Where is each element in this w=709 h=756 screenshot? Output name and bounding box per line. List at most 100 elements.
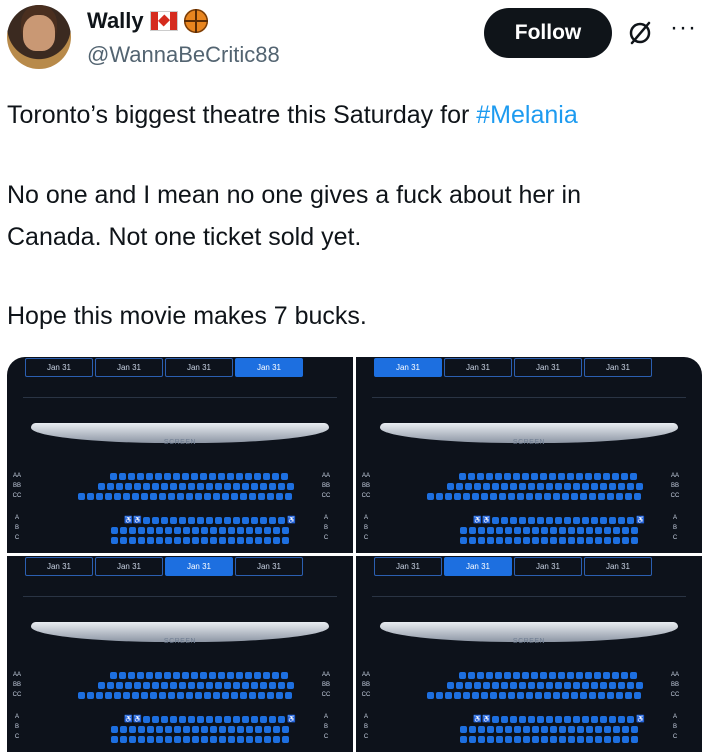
seat[interactable] bbox=[165, 736, 172, 743]
seat[interactable] bbox=[191, 473, 198, 480]
seat[interactable] bbox=[586, 537, 593, 544]
seat[interactable] bbox=[550, 527, 557, 534]
seat[interactable] bbox=[173, 473, 180, 480]
seat[interactable] bbox=[604, 527, 611, 534]
seat[interactable] bbox=[174, 527, 181, 534]
seat[interactable] bbox=[264, 736, 271, 743]
seat[interactable] bbox=[483, 483, 490, 490]
seat[interactable] bbox=[201, 736, 208, 743]
seat[interactable] bbox=[96, 493, 103, 500]
seat[interactable] bbox=[537, 682, 544, 689]
seat[interactable] bbox=[618, 716, 625, 723]
seat[interactable] bbox=[183, 527, 190, 534]
seat[interactable] bbox=[564, 682, 571, 689]
seat[interactable] bbox=[170, 716, 177, 723]
seat[interactable] bbox=[582, 682, 589, 689]
seat[interactable] bbox=[276, 493, 283, 500]
seat[interactable] bbox=[558, 473, 565, 480]
seat[interactable] bbox=[219, 537, 226, 544]
seat[interactable] bbox=[78, 692, 85, 699]
seat[interactable] bbox=[546, 682, 553, 689]
seat[interactable] bbox=[589, 493, 596, 500]
seat[interactable] bbox=[236, 672, 243, 679]
seat[interactable] bbox=[245, 672, 252, 679]
media-grid[interactable]: Jan 31 Jan 31 Jan 31 Jan 31 SCREEN AA AA BB BB CC… bbox=[7, 357, 702, 756]
seat[interactable] bbox=[582, 517, 589, 524]
seat[interactable] bbox=[550, 537, 557, 544]
seat[interactable] bbox=[492, 483, 499, 490]
grok-icon[interactable] bbox=[627, 20, 653, 46]
seat[interactable] bbox=[549, 672, 556, 679]
seat[interactable] bbox=[111, 726, 118, 733]
seat[interactable] bbox=[242, 716, 249, 723]
seat[interactable] bbox=[526, 493, 533, 500]
seat[interactable] bbox=[532, 736, 539, 743]
seat[interactable] bbox=[541, 726, 548, 733]
seat[interactable] bbox=[519, 716, 526, 723]
seat[interactable] bbox=[510, 682, 517, 689]
seat[interactable] bbox=[544, 493, 551, 500]
seat[interactable] bbox=[571, 692, 578, 699]
seat[interactable] bbox=[210, 537, 217, 544]
seat[interactable] bbox=[177, 692, 184, 699]
seat[interactable] bbox=[111, 736, 118, 743]
seat[interactable] bbox=[164, 473, 171, 480]
accessible-seat-icon[interactable]: ♿ bbox=[133, 715, 142, 723]
seat[interactable] bbox=[132, 692, 139, 699]
seat[interactable] bbox=[228, 736, 235, 743]
accessible-seat-icon[interactable]: ♿ bbox=[636, 715, 645, 723]
date-tab[interactable]: Jan 31 bbox=[444, 557, 512, 576]
seat[interactable] bbox=[522, 672, 529, 679]
seat[interactable] bbox=[487, 527, 494, 534]
seat[interactable] bbox=[213, 493, 220, 500]
seat[interactable] bbox=[242, 483, 249, 490]
follow-button[interactable]: Follow bbox=[484, 8, 612, 58]
seat[interactable] bbox=[523, 537, 530, 544]
seat[interactable] bbox=[260, 517, 267, 524]
seat[interactable] bbox=[600, 483, 607, 490]
seat[interactable] bbox=[147, 527, 154, 534]
seat[interactable] bbox=[436, 692, 443, 699]
seat[interactable] bbox=[591, 517, 598, 524]
seat[interactable] bbox=[137, 672, 144, 679]
seat[interactable] bbox=[278, 483, 285, 490]
seat[interactable] bbox=[508, 493, 515, 500]
seat[interactable] bbox=[129, 736, 136, 743]
seat[interactable] bbox=[134, 483, 141, 490]
seat[interactable] bbox=[631, 527, 638, 534]
seat[interactable] bbox=[478, 537, 485, 544]
seat[interactable] bbox=[540, 473, 547, 480]
seat[interactable] bbox=[204, 692, 211, 699]
seat[interactable] bbox=[622, 726, 629, 733]
seat[interactable] bbox=[281, 473, 288, 480]
seat[interactable] bbox=[138, 736, 145, 743]
seat[interactable] bbox=[231, 692, 238, 699]
accessible-seat-icon[interactable]: ♿ bbox=[124, 715, 133, 723]
seat[interactable] bbox=[501, 483, 508, 490]
seat[interactable] bbox=[141, 493, 148, 500]
seat[interactable] bbox=[258, 692, 265, 699]
seat[interactable] bbox=[264, 537, 271, 544]
seat[interactable] bbox=[613, 527, 620, 534]
seat[interactable] bbox=[254, 473, 261, 480]
seat[interactable] bbox=[186, 692, 193, 699]
seat[interactable] bbox=[143, 716, 150, 723]
seat[interactable] bbox=[541, 537, 548, 544]
seat[interactable] bbox=[492, 682, 499, 689]
seat[interactable] bbox=[472, 692, 479, 699]
seat[interactable] bbox=[634, 493, 641, 500]
seat[interactable] bbox=[224, 483, 231, 490]
seat[interactable] bbox=[586, 527, 593, 534]
seat[interactable] bbox=[427, 692, 434, 699]
seat[interactable] bbox=[192, 726, 199, 733]
seat[interactable] bbox=[147, 537, 154, 544]
seat[interactable] bbox=[609, 483, 616, 490]
seat[interactable] bbox=[110, 672, 117, 679]
seat[interactable] bbox=[215, 517, 222, 524]
seat[interactable] bbox=[468, 672, 475, 679]
seat[interactable] bbox=[150, 493, 157, 500]
seat[interactable] bbox=[577, 537, 584, 544]
seat[interactable] bbox=[78, 493, 85, 500]
seat[interactable] bbox=[559, 726, 566, 733]
seat[interactable] bbox=[188, 517, 195, 524]
